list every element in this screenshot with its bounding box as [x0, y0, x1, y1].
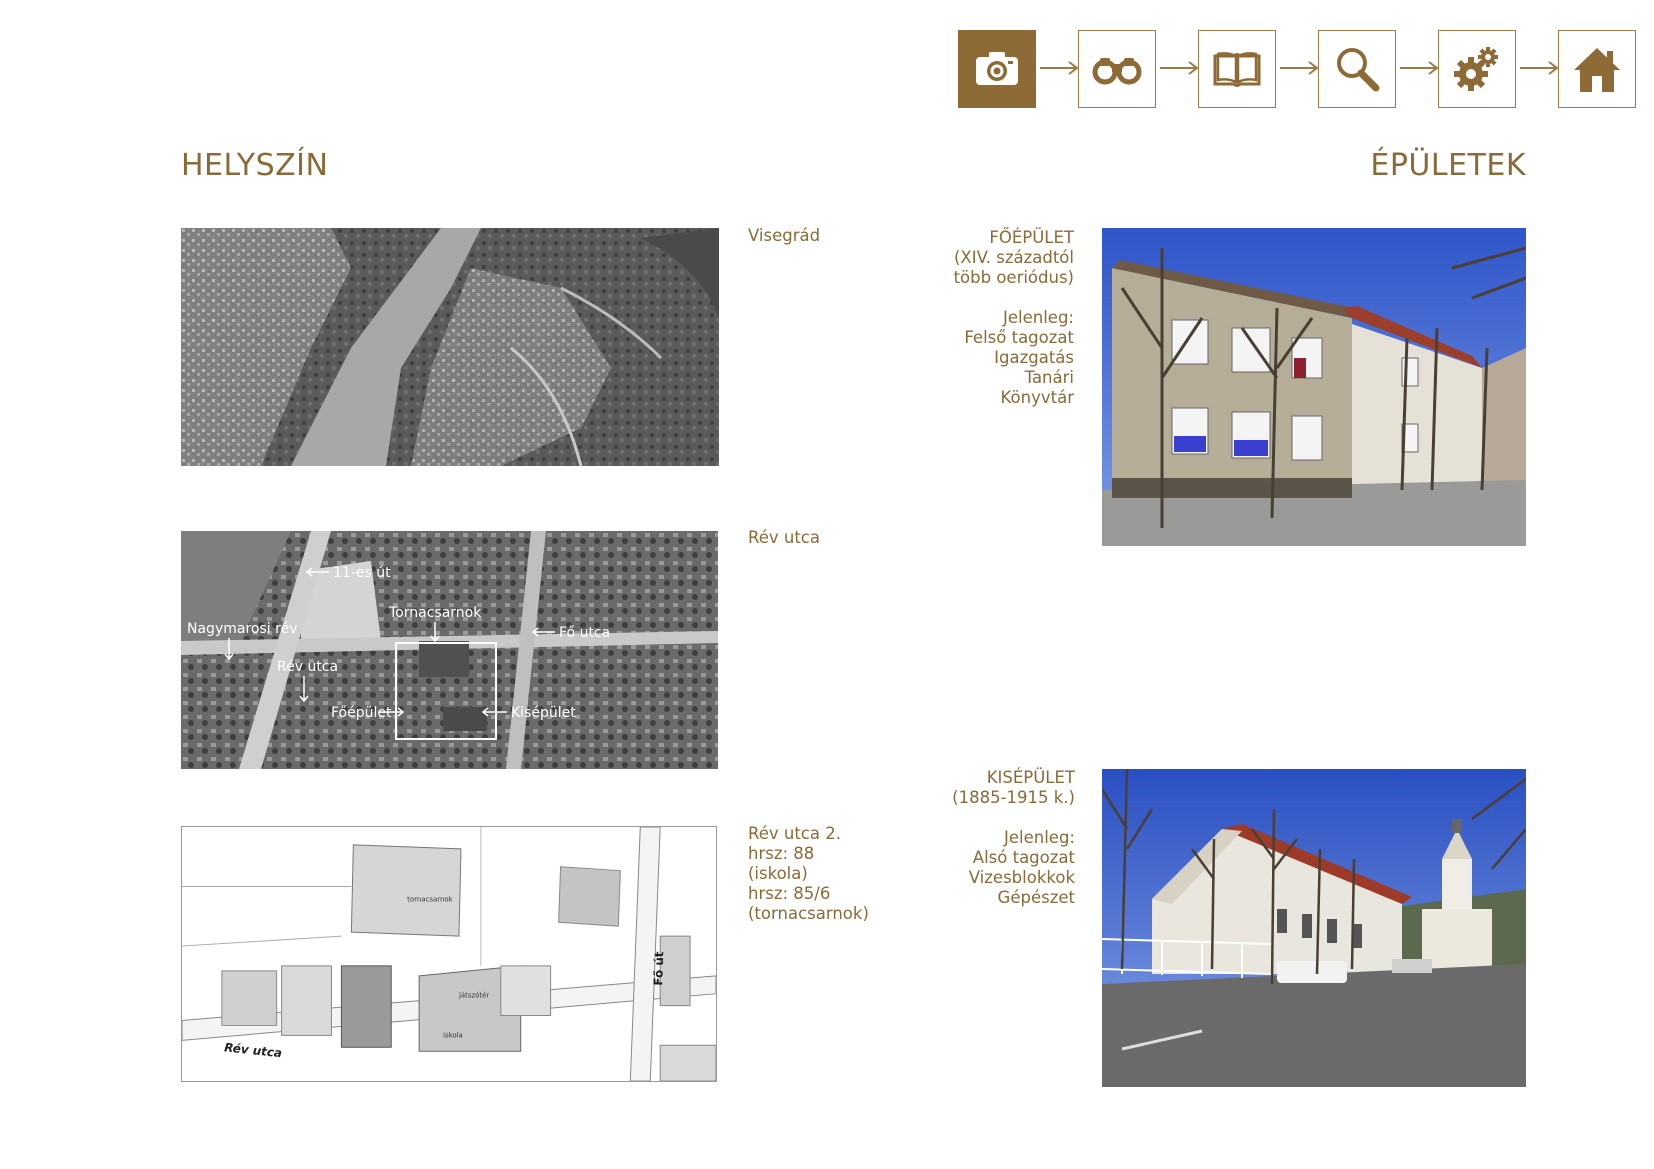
main-building-line: Igazgatás — [994, 348, 1074, 367]
main-building-line: Jelenleg: — [1003, 308, 1074, 327]
map-label-fo-utca: Fő utca — [559, 625, 610, 641]
arrow-icon — [1280, 61, 1319, 75]
main-building-line: Felső tagozat — [964, 328, 1074, 347]
small-building-line: Jelenleg: — [1004, 828, 1075, 847]
main-building-line: FŐÉPÜLET — [989, 228, 1074, 247]
caption-address-line: hrsz: 88 — [748, 844, 815, 863]
small-building-line: Gépészet — [997, 888, 1075, 907]
map-label-main-building: Főépület — [331, 705, 392, 721]
small-building-photo — [1102, 769, 1526, 1087]
small-building-caption: KISÉPÜLET (1885-1915 k.) Jelenleg: Alsó … — [952, 768, 1075, 908]
nav-home-button[interactable] — [1558, 30, 1636, 108]
main-building-line: Tanári — [1024, 368, 1074, 387]
magnifier-icon — [1337, 48, 1380, 92]
map-label-gym: Tornacsarnok — [388, 605, 482, 621]
nav-settings-button[interactable] — [1438, 30, 1516, 108]
gears-icon — [1454, 47, 1498, 91]
map-label-ferry: Nagymarosi rév — [187, 621, 297, 637]
arrow-icon — [1400, 61, 1439, 75]
map-label-rev-utca: Rév utca — [277, 659, 338, 675]
main-building-line: Könyvtár — [1000, 388, 1074, 407]
section-title-location: HELYSZÍN — [181, 148, 329, 183]
nav-binoculars-button[interactable] — [1078, 30, 1156, 108]
map-label-road-11: 11-es út — [333, 565, 391, 581]
nav-book-button[interactable] — [1198, 30, 1276, 108]
caption-address-line: hrsz: 85/6 — [748, 884, 831, 903]
caption-address-line: (tornacsarnok) — [748, 904, 869, 923]
main-building-line: több oeriódus) — [953, 268, 1074, 287]
caption-visegrad: Visegrád — [748, 226, 821, 245]
aerial-photo-rev-utca: 11-es út Tornacsarnok Nagymarosi rév Fő … — [181, 531, 718, 769]
binoculars-icon — [1092, 58, 1142, 85]
plan-label-school: iskola — [443, 1031, 463, 1039]
site-plan-drawing: tornacsarnok iskola játszótér Rév utca F… — [181, 826, 717, 1082]
arrow-icon — [1040, 61, 1079, 75]
small-building-line: (1885-1915 k.) — [952, 788, 1075, 807]
caption-address-line: Rév utca 2. — [748, 824, 841, 843]
small-building-line: Alsó tagozat — [972, 848, 1075, 867]
camera-icon — [976, 52, 1018, 85]
book-icon — [1213, 52, 1261, 87]
main-building-caption: FŐÉPÜLET (XIV. századtól több oeriódus) … — [954, 228, 1074, 408]
arrow-icon — [1160, 61, 1199, 75]
main-building-line: (XIV. századtól — [953, 248, 1074, 267]
arrow-icon — [1520, 61, 1559, 75]
home-icon — [1574, 48, 1620, 92]
map-label-small-building: Kisépület — [511, 705, 576, 721]
plan-label-main-road: Fő út — [651, 951, 666, 986]
aerial-photo-visegrad — [181, 228, 719, 466]
small-building-line: KISÉPÜLET — [986, 768, 1075, 787]
small-building-line: Vizesblokkok — [968, 868, 1075, 887]
plan-label-gym: tornacsarnok — [407, 895, 453, 903]
caption-rev-utca: Rév utca — [748, 528, 820, 547]
caption-address-line: (iskola) — [748, 864, 808, 883]
section-title-buildings: ÉPÜLETEK — [1370, 148, 1526, 183]
plan-label-playground: játszótér — [458, 992, 489, 1000]
main-building-photo — [1102, 228, 1526, 546]
nav-search-button[interactable] — [1318, 30, 1396, 108]
nav-camera-button[interactable] — [958, 30, 1036, 108]
caption-address: Rév utca 2. hrsz: 88 (iskola) hrsz: 85/6… — [748, 824, 869, 924]
